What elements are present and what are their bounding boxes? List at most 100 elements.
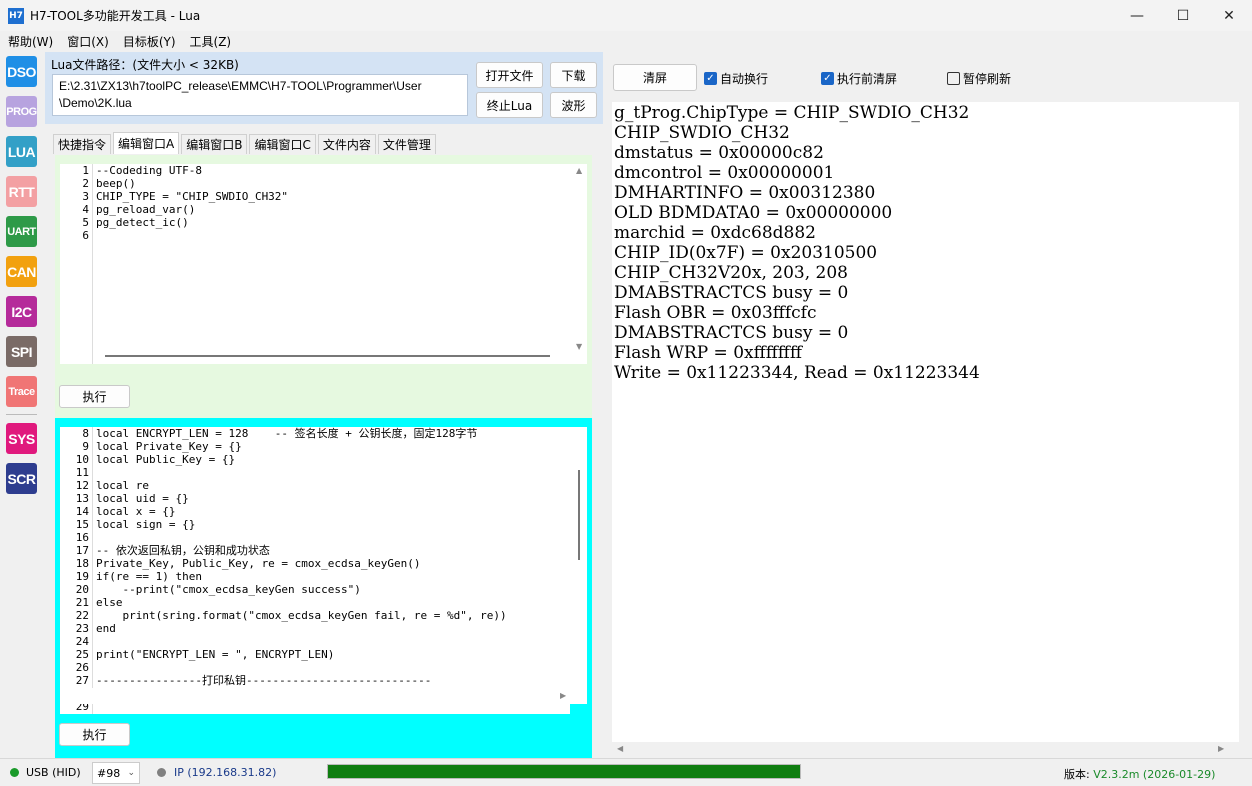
sidebar-item-sys[interactable]: SYS — [6, 423, 37, 454]
output-line: dmcontrol = 0x00000001 — [614, 163, 835, 183]
sidebar-item-lua[interactable]: LUA — [6, 136, 37, 167]
editor-a-vscrollbar[interactable]: ▲ ▼ — [573, 164, 587, 364]
editor-a-code-area[interactable]: 1 2 3 4 5 6 --Codeding UTF-8 beep() CHIP… — [60, 164, 573, 364]
output-console[interactable]: g_tProg.ChipType = CHIP_SWDIO_CH32 CHIP_S… — [612, 102, 1239, 742]
tab-editor-b[interactable]: 编辑窗口B — [181, 134, 248, 154]
progress-fill — [328, 765, 800, 778]
editor-a-hscrollbar[interactable] — [105, 355, 550, 357]
version-value: V2.3.2m (2026-01-29) — [1093, 768, 1216, 781]
device-select[interactable]: #98 ⌄ — [92, 762, 140, 784]
output-line: g_tProg.ChipType = CHIP_SWDIO_CH32 — [614, 103, 970, 123]
sidebar-item-spi[interactable]: SPI — [6, 336, 37, 367]
version-label: 版本: — [1064, 768, 1094, 781]
pause-refresh-check-icon — [947, 72, 960, 85]
usb-status-icon — [10, 768, 19, 777]
tab-quick-commands[interactable]: 快捷指令 — [53, 134, 112, 154]
sidebar-item-can[interactable]: CAN — [6, 256, 37, 287]
menu-tools[interactable]: 工具(Z) — [183, 33, 239, 50]
scroll-up-icon[interactable]: ▲ — [576, 166, 582, 175]
scroll-down-icon[interactable]: ▼ — [576, 342, 582, 351]
clear-screen-button[interactable]: 清屏 — [613, 64, 697, 91]
editor-a-line-numbers: 1 2 3 4 5 6 — [82, 164, 89, 242]
lua-path-line-2: \Demo\2K.lua — [59, 96, 132, 110]
version-info: 版本: V2.3.2m (2026-01-29) — [1064, 766, 1215, 782]
ip-status-icon — [157, 768, 166, 777]
menu-target-board[interactable]: 目标板(Y) — [116, 33, 183, 50]
open-file-button[interactable]: 打开文件 — [476, 62, 543, 88]
output-line: DMABSTRACTCS busy = 0 — [614, 283, 849, 303]
sidebar-item-prog[interactable]: PROG — [6, 96, 37, 127]
waveform-button[interactable]: 波形 — [550, 92, 597, 118]
auto-wrap-checkbox[interactable]: ✓ 自动换行 — [704, 70, 768, 87]
menu-bar: 帮助(W) 窗口(X) 目标板(Y) 工具(Z) — [0, 31, 1252, 51]
auto-wrap-check-icon: ✓ — [704, 72, 717, 85]
app-logo-icon: H7 — [8, 7, 24, 24]
output-line: CHIP_ID(0x7F) = 0x20310500 — [614, 243, 878, 263]
output-line: DMHARTINFO = 0x00312380 — [614, 183, 876, 203]
output-scroll-left-icon[interactable]: ◀ — [617, 744, 623, 753]
output-line: dmstatus = 0x00000c82 — [614, 143, 824, 163]
progress-bar — [327, 764, 801, 779]
clear-before-run-check-icon: ✓ — [821, 72, 834, 85]
minimize-button[interactable]: — — [1114, 0, 1160, 31]
menu-help[interactable]: 帮助(W) — [0, 33, 60, 50]
output-line: Flash OBR = 0x03fffcfc — [614, 303, 817, 323]
chevron-down-icon: ⌄ — [127, 768, 135, 778]
menu-window[interactable]: 窗口(X) — [60, 33, 116, 50]
editor-a-gutter-divider — [92, 164, 93, 364]
editor-b-hscrollbar[interactable]: ▶ — [60, 688, 587, 704]
output-line: OLD BDMDATA0 = 0x00000000 — [614, 203, 893, 223]
editor-b-vscrollbar[interactable] — [570, 427, 587, 704]
output-line: Write = 0x11223344, Read = 0x11223344 — [614, 363, 980, 383]
output-line: marchid = 0xdc68d882 — [614, 223, 816, 243]
editor-b-vscroll-thumb[interactable] — [578, 470, 580, 560]
sidebar-item-scr[interactable]: SCR — [6, 463, 37, 494]
sidebar-item-i2c[interactable]: I2C — [6, 296, 37, 327]
output-panel: 清屏 ✓ 自动换行 ✓ 执行前清屏 暂停刷新 g_tProg.ChipType … — [604, 52, 1252, 758]
lua-editor-panel: Lua文件路径：(文件大小 < 32KB) E:\2.31\ZX13\h7too… — [43, 52, 603, 758]
editor-b-gutter-divider — [92, 427, 93, 714]
window-title: H7-TOOL多功能开发工具 - Lua — [30, 9, 201, 23]
lua-path-field[interactable]: E:\2.31\ZX13\h7toolPC_release\EMMC\H7-TO… — [52, 74, 468, 116]
device-number: #98 — [97, 766, 121, 780]
close-button[interactable]: ✕ — [1206, 0, 1252, 31]
lua-path-line-1: E:\2.31\ZX13\h7toolPC_release\EMMC\H7-TO… — [59, 79, 422, 93]
editor-tab-bar: 快捷指令 编辑窗口A 编辑窗口B 编辑窗口C 文件内容 文件管理 — [53, 132, 438, 154]
title-bar: H7 H7-TOOL多功能开发工具 - Lua — ☐ ✕ — [0, 0, 1252, 31]
module-sidebar: DSO PROG LUA RTT UART CAN I2C SPI Trace … — [0, 52, 42, 758]
output-line: DMABSTRACTCS busy = 0 — [614, 323, 849, 343]
clear-before-run-label: 执行前清屏 — [837, 72, 898, 86]
output-scroll-right-icon[interactable]: ▶ — [1218, 744, 1224, 753]
editor-a-frame: 1 2 3 4 5 6 --Codeding UTF-8 beep() CHIP… — [55, 155, 592, 428]
editor-a-run-button[interactable]: 执行 — [59, 385, 130, 408]
status-bar: USB (HID) #98 ⌄ IP (192.168.31.82) 版本: V… — [0, 758, 1252, 786]
lua-file-box: Lua文件路径：(文件大小 < 32KB) E:\2.31\ZX13\h7too… — [45, 52, 603, 124]
clear-before-run-checkbox[interactable]: ✓ 执行前清屏 — [821, 70, 897, 87]
editor-a-code: --Codeding UTF-8 beep() CHIP_TYPE = "CHI… — [96, 164, 289, 229]
lua-path-label: Lua文件路径：(文件大小 < 32KB) — [51, 58, 239, 72]
tab-editor-c[interactable]: 编辑窗口C — [249, 134, 316, 154]
tab-editor-a[interactable]: 编辑窗口A — [113, 132, 180, 154]
download-button[interactable]: 下载 — [550, 62, 597, 88]
editor-b-code-area[interactable]: 8 9 10 11 12 13 14 15 16 17 18 19 20 21 … — [60, 427, 570, 714]
editor-b-line-numbers: 8 9 10 11 12 13 14 15 16 17 18 19 20 21 … — [75, 427, 89, 713]
sidebar-item-rtt[interactable]: RTT — [6, 176, 37, 207]
tab-file-manager[interactable]: 文件管理 — [377, 134, 436, 154]
usb-status: USB (HID) — [26, 766, 81, 779]
pause-refresh-checkbox[interactable]: 暂停刷新 — [947, 70, 1011, 87]
scroll-right-icon[interactable]: ▶ — [560, 691, 566, 700]
output-line: CHIP_SWDIO_CH32 — [614, 123, 790, 143]
sidebar-divider — [6, 414, 37, 415]
tab-file-content[interactable]: 文件内容 — [317, 134, 376, 154]
editor-b-code: local ENCRYPT_LEN = 128 -- 签名长度 + 公钥长度，固… — [96, 427, 507, 700]
pause-refresh-label: 暂停刷新 — [963, 72, 1012, 86]
output-line: CHIP_CH32V20x, 203, 208 — [614, 263, 848, 283]
ip-status: IP (192.168.31.82) — [174, 766, 277, 779]
editor-b-run-button[interactable]: 执行 — [59, 723, 130, 746]
stop-lua-button[interactable]: 终止Lua — [476, 92, 543, 118]
sidebar-item-trace[interactable]: Trace — [6, 376, 37, 407]
sidebar-item-uart[interactable]: UART — [6, 216, 37, 247]
sidebar-item-dso[interactable]: DSO — [6, 56, 37, 87]
output-line: Flash WRP = 0xffffffff — [614, 343, 802, 363]
maximize-button[interactable]: ☐ — [1160, 0, 1206, 31]
